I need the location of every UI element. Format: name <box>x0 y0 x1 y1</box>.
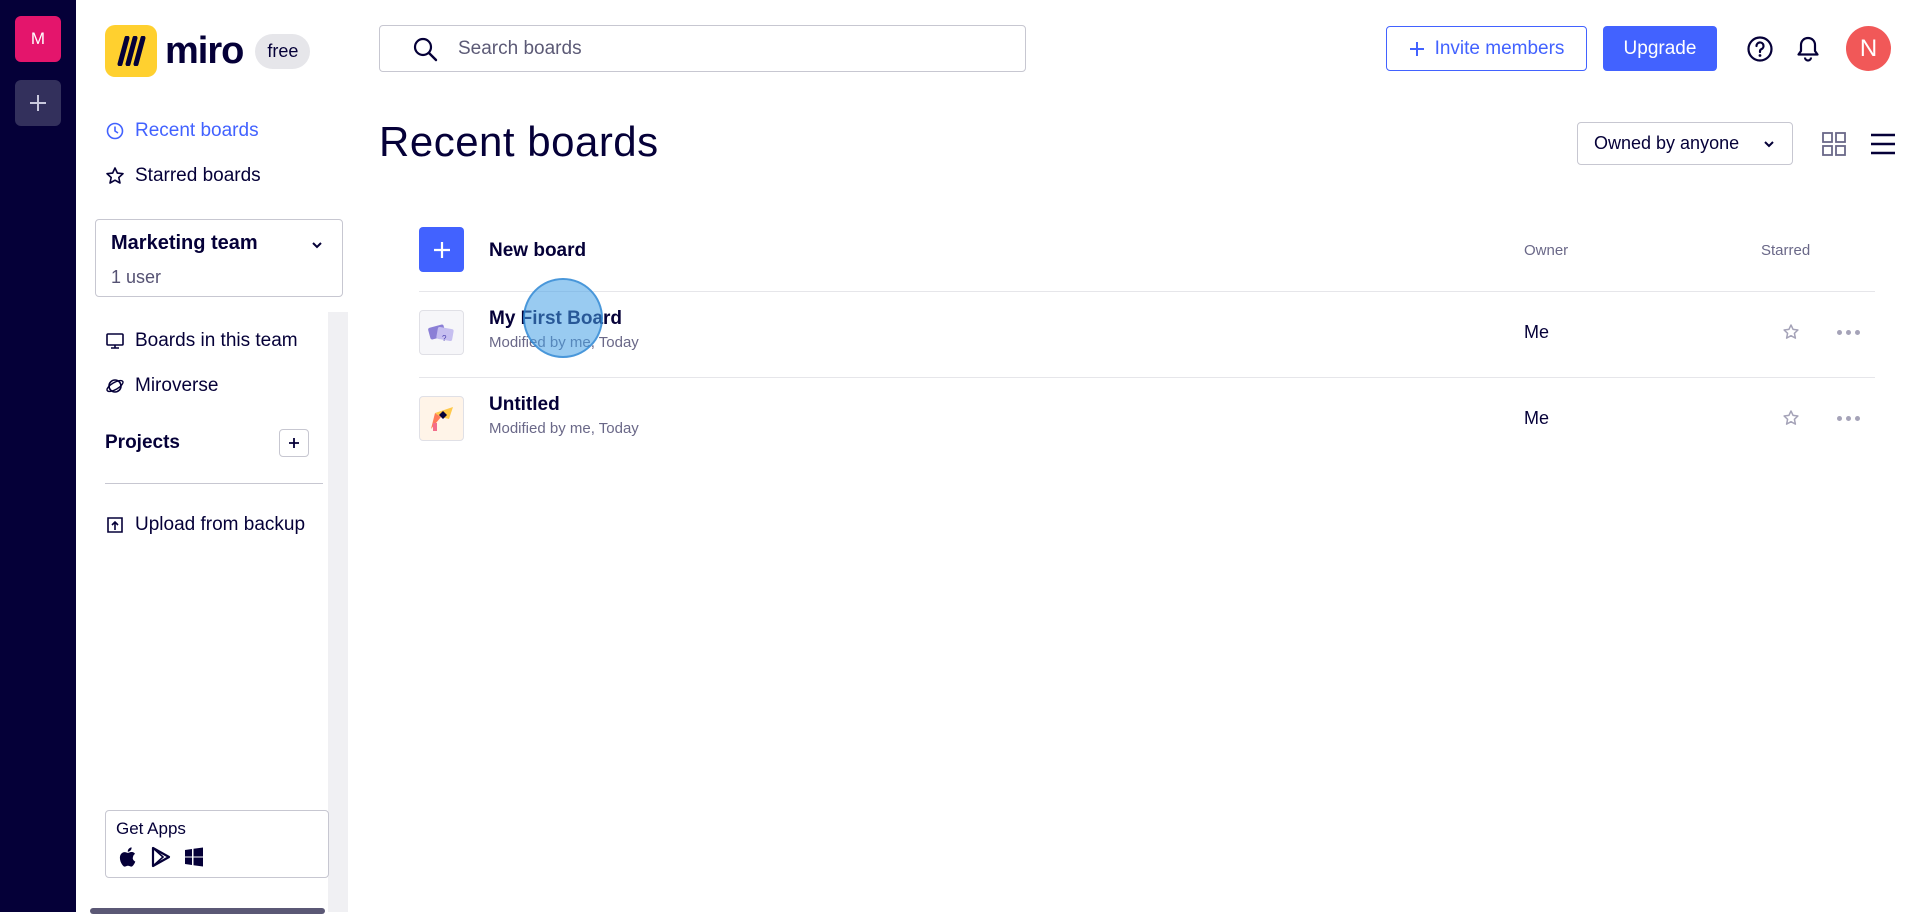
add-team-button[interactable] <box>15 80 61 126</box>
sidebar-scrollbar[interactable] <box>328 312 348 912</box>
board-owner: Me <box>1524 322 1550 342</box>
more-options-icon[interactable] <box>1837 330 1860 335</box>
owner-filter-value: Owned by anyone <box>1594 133 1740 153</box>
boards-table-header: New board Owner Starred <box>419 227 1875 291</box>
sidebar-item-label: Miroverse <box>135 375 219 396</box>
apple-icon[interactable] <box>116 845 138 869</box>
search-box[interactable] <box>379 25 1026 72</box>
search-input[interactable] <box>456 36 976 61</box>
sidebar-item-label: Upload from backup <box>135 514 306 535</box>
owner-filter-dropdown[interactable]: Owned by anyone <box>1577 122 1793 165</box>
page-title: Recent boards <box>379 118 659 165</box>
sidebar-horizontal-scrollbar[interactable] <box>90 908 325 914</box>
sidebar-item-boards-in-team[interactable]: Boards in this team <box>105 330 298 352</box>
sidebar-item-label: Starred boards <box>135 165 261 186</box>
chevron-down-icon <box>1764 141 1774 148</box>
svg-text:?: ? <box>442 334 447 343</box>
plus-icon <box>433 241 450 258</box>
board-owner: Me <box>1524 408 1550 428</box>
board-name: Untitled <box>489 394 560 415</box>
team-user-count: 1 user <box>111 267 162 287</box>
board-thumbnail <box>419 396 464 441</box>
clock-icon <box>105 121 125 141</box>
sidebar-item-starred-boards[interactable]: Starred boards <box>105 165 261 187</box>
search-icon <box>412 36 438 62</box>
star-icon[interactable] <box>1781 408 1801 428</box>
help-icon[interactable] <box>1746 35 1774 63</box>
invite-members-label: Invite members <box>1434 37 1565 59</box>
team-selector[interactable]: Marketing team 1 user <box>95 219 343 297</box>
more-options-icon[interactable] <box>1837 416 1860 421</box>
bell-icon[interactable] <box>1795 35 1821 63</box>
sidebar-item-recent-boards[interactable]: Recent boards <box>105 120 259 142</box>
plus-icon <box>1409 41 1424 56</box>
sidebar-item-miroverse[interactable]: Miroverse <box>105 375 218 397</box>
miro-logo[interactable]: miro free <box>105 25 311 77</box>
board-row[interactable]: ? My First Board Modified by me, Today M… <box>419 294 1875 378</box>
plan-badge: free <box>255 33 311 69</box>
board-modified: Modified by me, Today <box>489 420 639 437</box>
miro-logo-icon <box>105 25 157 77</box>
chevron-down-icon <box>312 242 322 249</box>
board-icon <box>105 331 125 351</box>
sidebar-item-label: Recent boards <box>135 120 259 141</box>
grid-view-icon[interactable] <box>1821 131 1847 157</box>
add-project-button[interactable] <box>279 429 309 457</box>
get-apps-title: Get Apps <box>116 819 186 838</box>
star-icon <box>105 166 125 186</box>
list-view-icon[interactable] <box>1870 132 1896 156</box>
column-header-starred[interactable]: Starred <box>1761 242 1810 259</box>
projects-heading: Projects <box>105 432 180 453</box>
plus-icon <box>30 95 46 111</box>
get-apps-panel: Get Apps <box>105 810 329 878</box>
sidebar-item-label: Boards in this team <box>135 330 298 351</box>
planet-icon <box>105 376 125 396</box>
board-thumbnail: ? <box>419 310 464 355</box>
upgrade-button[interactable]: Upgrade <box>1603 26 1717 71</box>
plus-icon <box>289 438 299 448</box>
workspace-rail: M <box>0 0 76 912</box>
user-avatar[interactable]: N <box>1846 26 1891 71</box>
windows-icon[interactable] <box>184 847 204 867</box>
team-switcher[interactable]: M <box>15 16 61 62</box>
board-row[interactable]: Untitled Modified by me, Today Me <box>419 380 1875 464</box>
row-divider <box>419 291 1875 292</box>
sidebar-item-upload-backup[interactable]: Upload from backup <box>105 514 305 536</box>
new-board-label[interactable]: New board <box>489 240 586 262</box>
column-header-owner[interactable]: Owner <box>1524 242 1568 259</box>
row-divider <box>419 377 1875 378</box>
google-play-icon[interactable] <box>150 846 172 868</box>
team-name: Marketing team <box>111 232 258 254</box>
invite-members-button[interactable]: Invite members <box>1386 26 1587 71</box>
star-icon[interactable] <box>1781 322 1801 342</box>
board-name: My First Board <box>489 308 623 329</box>
upload-icon <box>105 515 125 535</box>
logo-text: miro <box>165 30 244 72</box>
board-modified: Modified by me, Today <box>489 334 639 351</box>
sidebar-divider <box>105 483 323 484</box>
new-board-button[interactable] <box>419 227 464 272</box>
